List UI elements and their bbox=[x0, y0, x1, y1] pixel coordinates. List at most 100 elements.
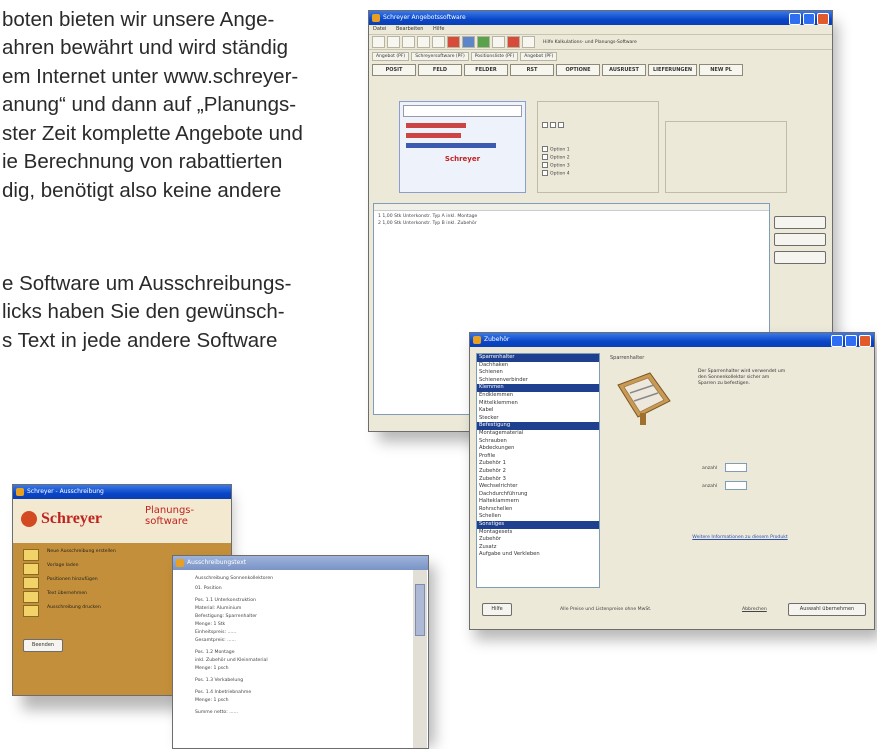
list-item[interactable]: Dachhaken bbox=[477, 362, 599, 370]
list-item[interactable]: Schienenverbinder bbox=[477, 377, 599, 385]
tab-rst[interactable]: RST bbox=[510, 64, 554, 76]
calc-icon[interactable] bbox=[462, 36, 475, 48]
new-icon[interactable] bbox=[372, 36, 385, 48]
product-caption: Sparrenhalter bbox=[610, 355, 645, 361]
doc-tab-1[interactable]: Angebot (PF) bbox=[372, 52, 410, 61]
minimize-icon[interactable] bbox=[831, 335, 843, 347]
list-item[interactable]: Zusatz bbox=[477, 544, 599, 552]
tab-lieferungen[interactable]: LIEFERUNGEN bbox=[648, 64, 698, 76]
tab-posit[interactable]: POSIT bbox=[372, 64, 416, 76]
text-line: Pos. 1.3 Verkabelung bbox=[195, 678, 244, 683]
price-note: Alle Preise und Listenpreise ohne MwSt. bbox=[560, 607, 652, 612]
doc-tab-4[interactable]: Angebot (PF) bbox=[520, 52, 558, 61]
cancel-button[interactable]: Abbrechen bbox=[742, 607, 767, 612]
list-item[interactable]: Zubehör bbox=[477, 536, 599, 544]
list-item[interactable]: Rohrschellen bbox=[477, 506, 599, 514]
doc-tab-3[interactable]: Positionsliste (PF) bbox=[470, 52, 519, 61]
option-3[interactable]: Positionen hinzufügen bbox=[47, 577, 98, 582]
list-item[interactable]: Halteklammern bbox=[477, 498, 599, 506]
list-item[interactable]: Schrauben bbox=[477, 438, 599, 446]
list-item[interactable]: Wechselrichter bbox=[477, 483, 599, 491]
apply-button[interactable]: Auswahl übernehmen bbox=[788, 603, 866, 616]
tab-felder[interactable]: FELDER bbox=[464, 64, 508, 76]
option-2[interactable]: Vorlage laden bbox=[47, 563, 79, 568]
text-line: Pos. 1.2 Montage bbox=[195, 650, 235, 655]
print-icon[interactable] bbox=[417, 36, 430, 48]
list-item[interactable]: Montagesets bbox=[477, 529, 599, 537]
stop-icon[interactable] bbox=[507, 36, 520, 48]
menu-datei[interactable]: Datei bbox=[373, 26, 386, 32]
table-row[interactable]: 2 1,00 Stk Unterkonstr. Typ B inkl. Zube… bbox=[378, 221, 477, 226]
main-title: Schreyer Angebotssoftware bbox=[383, 14, 466, 21]
option-4[interactable]: Text übernehmen bbox=[47, 591, 87, 596]
side-button-1[interactable] bbox=[774, 216, 826, 229]
list-item[interactable]: Montagematerial bbox=[477, 430, 599, 438]
table-row[interactable]: 1 1,00 Stk Unterkonstr. Typ A inkl. Mont… bbox=[378, 214, 477, 219]
list-item[interactable]: Abdeckungen bbox=[477, 445, 599, 453]
list-item[interactable]: Kabel bbox=[477, 407, 599, 415]
menu-hilfe[interactable]: Hilfe bbox=[433, 26, 444, 32]
folder-icon bbox=[23, 563, 39, 575]
text-line: 01. Position bbox=[195, 586, 222, 591]
settings-icon[interactable] bbox=[522, 36, 535, 48]
list-item[interactable]: Dachdurchführung bbox=[477, 491, 599, 499]
tab-feld[interactable]: FELD bbox=[418, 64, 462, 76]
text-line-6: ie Berechnung von rabattierten bbox=[2, 150, 283, 173]
qty-input-1[interactable] bbox=[725, 463, 748, 472]
options-group-2 bbox=[665, 121, 787, 193]
dialog-title: Zubehör bbox=[484, 336, 510, 343]
save-icon[interactable] bbox=[402, 36, 415, 48]
list-item[interactable]: Zubehör 2 bbox=[477, 468, 599, 476]
scrollbar[interactable] bbox=[413, 570, 427, 748]
qty-input-2[interactable] bbox=[725, 481, 748, 490]
folder-icon bbox=[23, 577, 39, 589]
open-icon[interactable] bbox=[387, 36, 400, 48]
menu-bearbeiten[interactable]: Bearbeiten bbox=[396, 26, 423, 32]
side-button-2[interactable] bbox=[774, 233, 826, 246]
scrollbar-thumb[interactable] bbox=[415, 584, 425, 636]
close-icon[interactable] bbox=[817, 13, 829, 25]
list-item[interactable]: Befestigung bbox=[477, 422, 599, 430]
home-icon[interactable] bbox=[477, 36, 490, 48]
close-icon[interactable] bbox=[859, 335, 871, 347]
info-link-3[interactable] bbox=[406, 143, 496, 148]
tab-ausruest[interactable]: AUSRUEST bbox=[602, 64, 646, 76]
schreyer-logo-text: Schreyer bbox=[41, 510, 103, 527]
accessory-list[interactable]: Sparrenhalter Dachhaken Schienen Schiene… bbox=[476, 353, 600, 588]
text-line: Menge: 1 psch bbox=[195, 698, 229, 703]
delete-icon[interactable] bbox=[447, 36, 460, 48]
product-info-link[interactable]: Weitere Informationen zu diesem Produkt bbox=[620, 535, 860, 540]
list-item[interactable]: Schienen bbox=[477, 369, 599, 377]
list-item[interactable]: Aufgabe und Verkleben bbox=[477, 551, 599, 559]
exit-button[interactable]: Beenden bbox=[23, 639, 63, 652]
list-item[interactable]: Sparrenhalter bbox=[477, 354, 599, 362]
list-item[interactable]: Sonstiges bbox=[477, 521, 599, 529]
info-link-2[interactable] bbox=[406, 133, 461, 138]
chart-icon[interactable] bbox=[492, 36, 505, 48]
help-button[interactable]: Hilfe bbox=[482, 603, 512, 616]
list-item[interactable]: Schellen bbox=[477, 513, 599, 521]
tab-new-pl[interactable]: NEW PL bbox=[699, 64, 744, 76]
list-item[interactable]: Profile bbox=[477, 453, 599, 461]
maximize-icon[interactable] bbox=[845, 335, 857, 347]
list-item[interactable]: Zubehör 1 bbox=[477, 460, 599, 468]
doc-tab-2[interactable]: Schreyersoftware (PF) bbox=[411, 52, 469, 61]
minimize-icon[interactable] bbox=[789, 13, 801, 25]
list-item[interactable]: Klemmen bbox=[477, 384, 599, 392]
option-5[interactable]: Ausschreibung drucken bbox=[47, 605, 101, 610]
side-button-3[interactable] bbox=[774, 251, 826, 264]
info-select[interactable] bbox=[403, 105, 522, 117]
window-buttons bbox=[831, 335, 871, 347]
info-link-1[interactable] bbox=[406, 123, 466, 128]
option-1[interactable]: Neue Ausschreibung erstellen bbox=[47, 549, 116, 554]
list-item[interactable]: Mittelklemmen bbox=[477, 400, 599, 408]
list-item[interactable]: Endklemmen bbox=[477, 392, 599, 400]
options-group-1: Option 1 Option 2 Option 3 Option 4 bbox=[537, 101, 659, 193]
text-line: Befestigung: Sparrenhalter bbox=[195, 614, 258, 619]
list-item[interactable]: Zubehör 3 bbox=[477, 476, 599, 484]
copy-icon[interactable] bbox=[432, 36, 445, 48]
list-item[interactable]: Stecker bbox=[477, 415, 599, 423]
maximize-icon[interactable] bbox=[803, 13, 815, 25]
tab-optionen[interactable]: OPTIONE bbox=[556, 64, 600, 76]
planning-software-text: Planungs-software bbox=[145, 505, 195, 527]
